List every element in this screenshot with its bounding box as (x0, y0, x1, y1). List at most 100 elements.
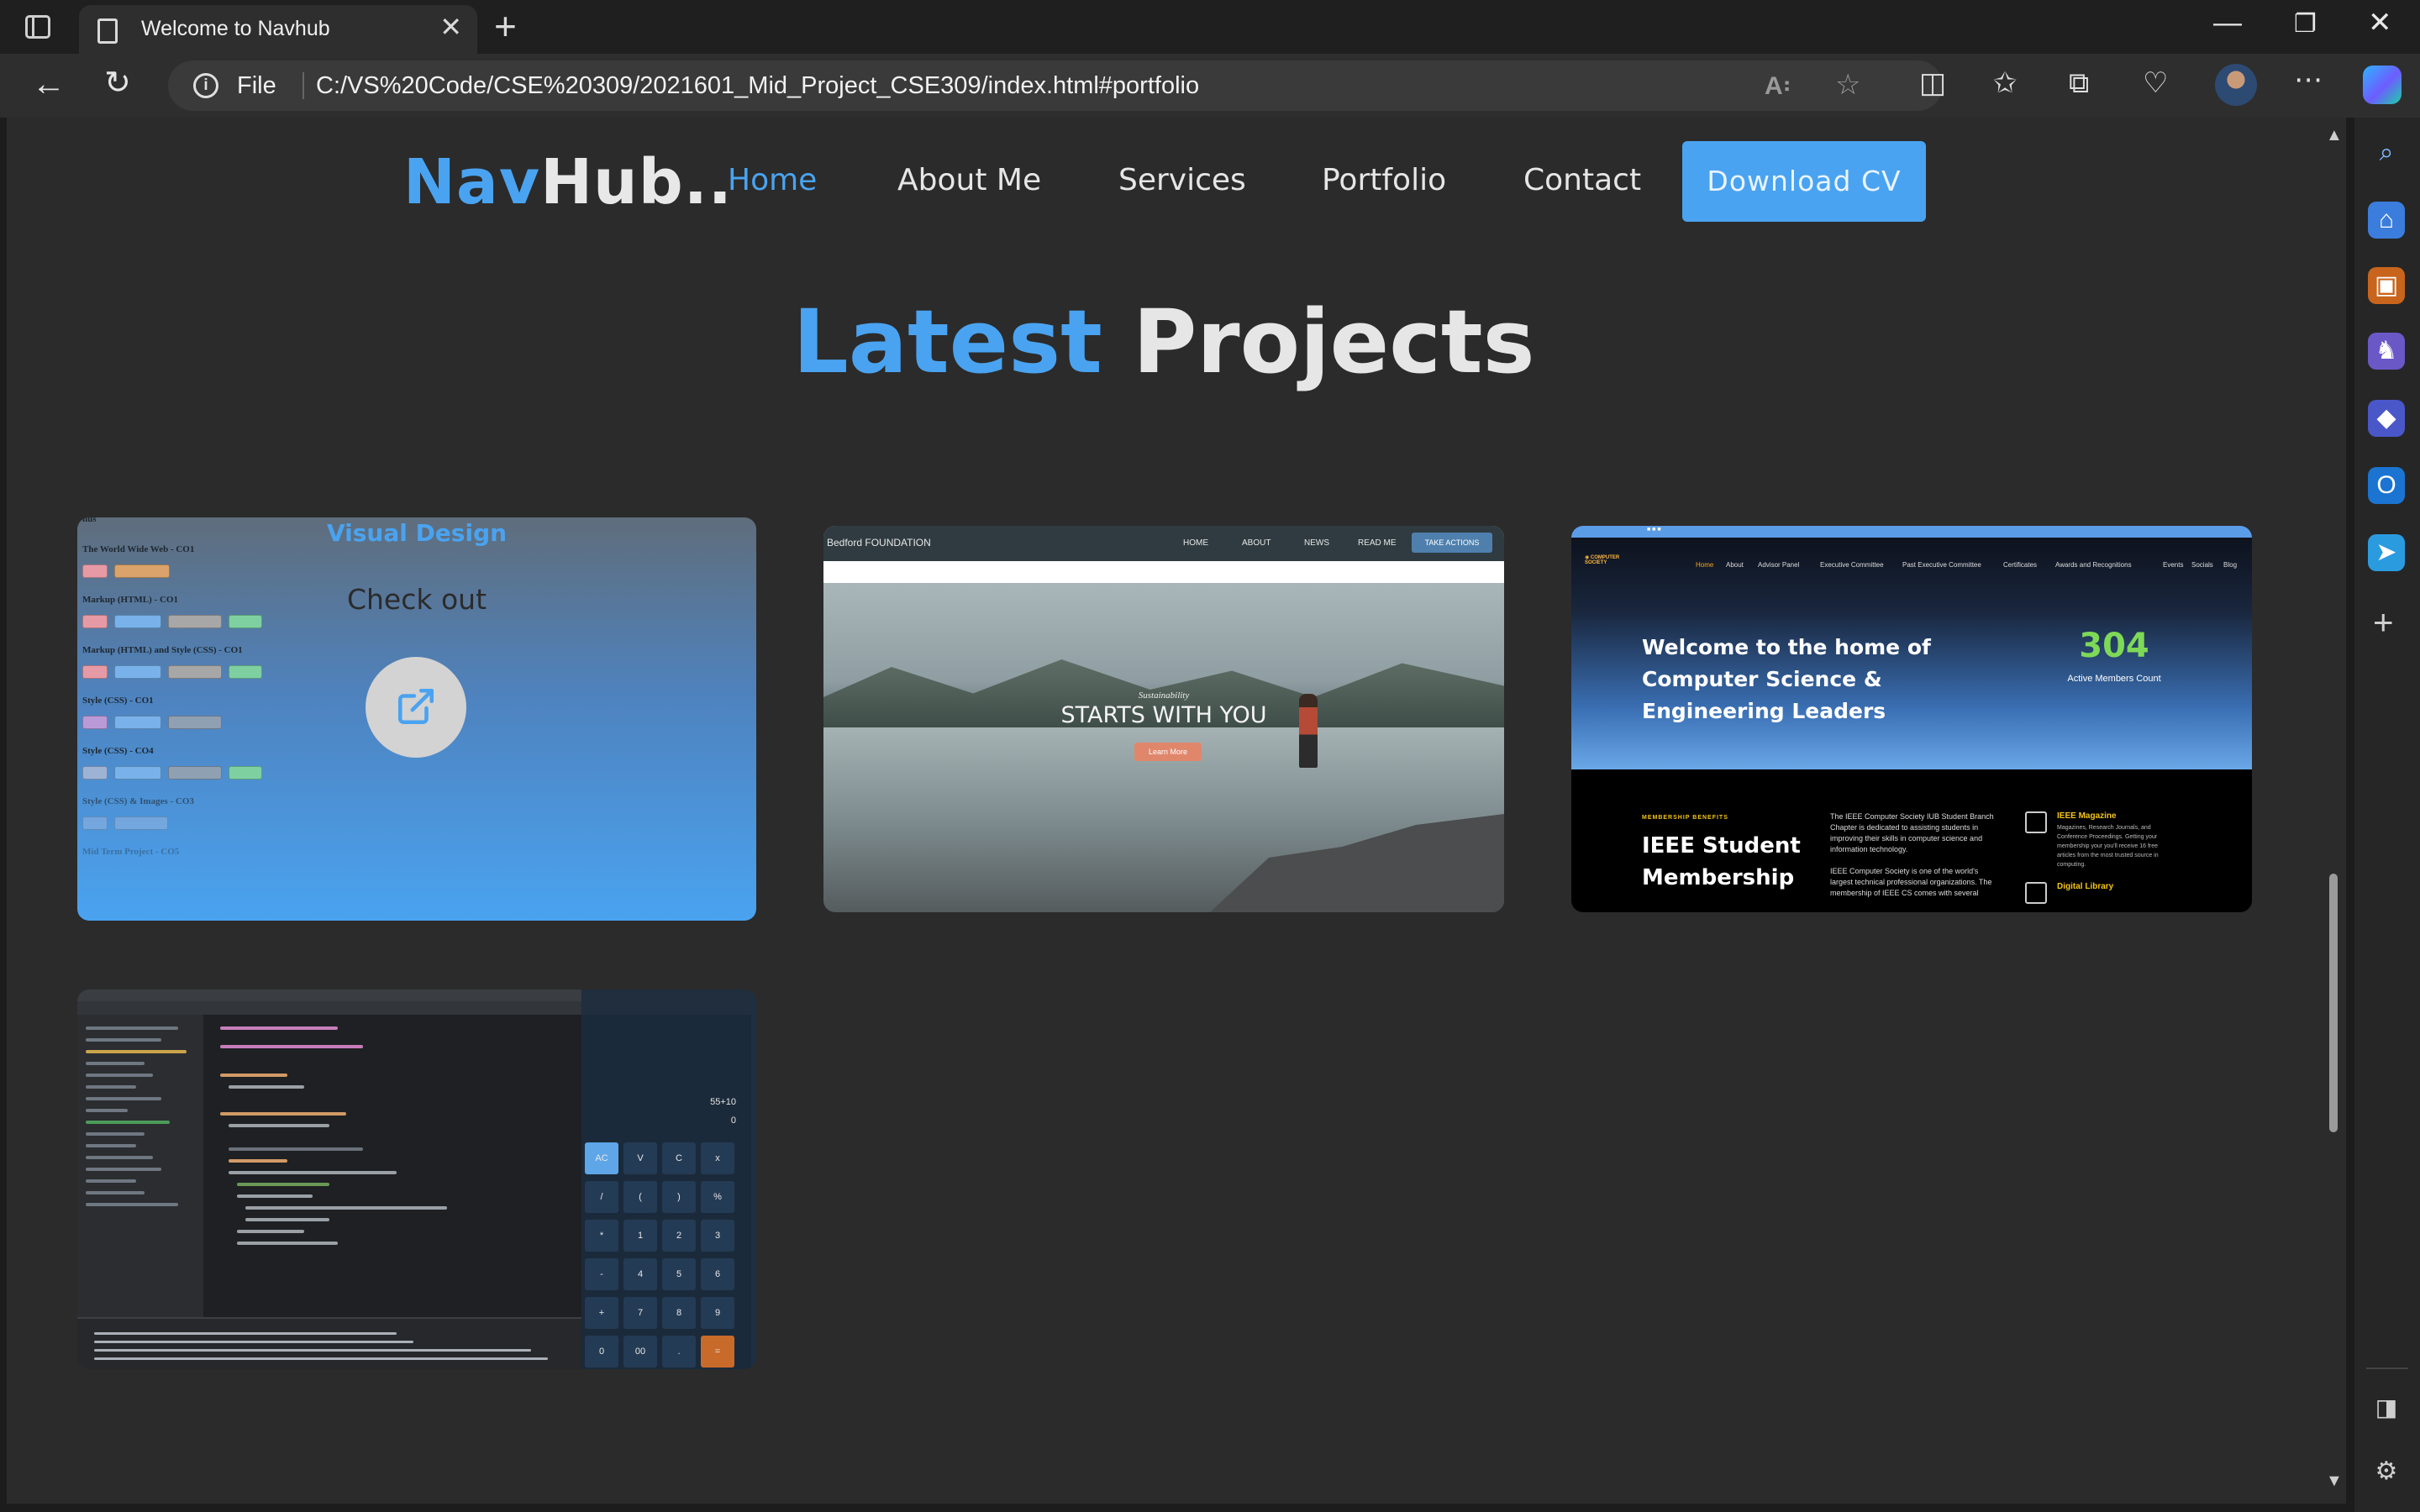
read-aloud-icon[interactable]: A꞉ (1765, 74, 1791, 99)
refresh-icon[interactable]: ↻ (104, 67, 131, 99)
project-card-calculator-app[interactable]: 55+10 0 AC V Cx /()% * 1 2 3-4 5 6 +7 8 9 0 00. = (77, 990, 756, 1369)
minimize-button[interactable]: — (2213, 8, 2242, 37)
doc-chip (114, 816, 168, 830)
calculator-window: 55+10 0 AC V Cx /()% * 1 2 3-4 5 6 +7 8 9 0 00. = (581, 990, 756, 1369)
tab-actions-icon[interactable] (25, 15, 50, 39)
preview-nav-link: Executive Committee (1820, 561, 1884, 569)
nav-home[interactable]: Home (728, 163, 817, 197)
favorite-star-icon[interactable]: ☆ (1835, 71, 1860, 99)
external-link-button[interactable] (366, 657, 466, 758)
close-window-button[interactable]: ✕ (2368, 8, 2392, 37)
nav-contact[interactable]: Contact (1523, 163, 1641, 197)
doc-line: Style (CSS) - CO1 (82, 696, 154, 706)
preview-hero-button: Learn More (1134, 743, 1202, 761)
logo-part-hub: Hub.. (540, 146, 733, 218)
nav-about-me[interactable]: About Me (897, 163, 1041, 197)
calculator-key: - (585, 1258, 618, 1290)
address-field[interactable]: i File C:/VS%20Code/CSE%20309/2021601_Mi… (168, 60, 1943, 111)
preview-nav-link: Advisor Panel (1758, 561, 1800, 569)
collections-icon[interactable]: ⧉ (2069, 69, 2089, 97)
games-icon[interactable]: ♞ (2368, 333, 2405, 370)
doc-chip (82, 665, 108, 679)
section-title-projects: Projects (1133, 291, 1535, 393)
ide-code-editor (203, 1015, 581, 1317)
favorites-icon[interactable]: ✩ (1993, 69, 2018, 97)
close-tab-icon[interactable]: ✕ (439, 13, 462, 40)
hide-sidebar-icon[interactable]: ◨ (2368, 1389, 2405, 1426)
restore-button[interactable]: ❐ (2294, 12, 2317, 37)
info-icon[interactable]: i (193, 73, 218, 98)
nav-portfolio[interactable]: Portfolio (1322, 163, 1446, 197)
preview-paragraph-1: The IEEE Computer Society IUB Student Br… (1830, 812, 1994, 853)
preview-top-strip: ■ ■ ■ (1571, 526, 2252, 538)
preview-hero-title: Welcome to the home of Computer Science … (1642, 635, 1931, 723)
doc-line: Style (CSS) - CO4 (82, 746, 154, 756)
calculator-result: 0 (730, 1116, 736, 1126)
doc-chip (114, 766, 161, 780)
page-scrollbar[interactable]: ▲ ▼ (2321, 118, 2346, 1504)
preview-nav-link: Awards and Recognitions (2055, 561, 2132, 569)
tools-briefcase-icon[interactable]: ▣ (2368, 267, 2405, 304)
preview-eyebrow: MEMBERSHIP BENEFITS (1642, 815, 1728, 821)
add-sidebar-app-icon[interactable]: + (2373, 605, 2394, 640)
copilot-icon[interactable] (2363, 66, 2402, 104)
url-text[interactable]: C:/VS%20Code/CSE%20309/2021601_Mid_Proje… (316, 72, 1199, 100)
calculator-key: 9 (701, 1297, 734, 1329)
doc-line: Style (CSS) & Images - CO3 (82, 796, 194, 806)
calculator-key: = (701, 1336, 734, 1368)
calculator-key: 6 (701, 1258, 734, 1290)
calculator-key: / (585, 1181, 618, 1213)
calculator-key: 5 (662, 1258, 696, 1290)
logo-part-nav: Nav (403, 146, 541, 218)
calculator-key: * (585, 1220, 618, 1252)
card-overlay-subtitle: Check out (346, 583, 487, 616)
scroll-up-icon[interactable]: ▲ (2326, 126, 2343, 145)
microsoft-365-icon[interactable]: ◆ (2368, 400, 2405, 437)
calculator-key: x (701, 1142, 734, 1174)
split-screen-icon[interactable]: ◫ (1919, 69, 1946, 97)
more-menu-icon[interactable]: ⋯ (2294, 66, 2323, 94)
tab-title: Welcome to Navhub (141, 17, 330, 40)
project-card-visual-design[interactable]: hus The World Wide Web - CO1 Markup (HTM… (77, 517, 756, 921)
preview-white-band (823, 561, 1504, 583)
external-link-icon (397, 688, 434, 725)
site-logo[interactable]: NavHub.. (403, 146, 733, 218)
doc-chip (229, 615, 262, 628)
doc-chip (114, 564, 170, 578)
doc-chip (168, 665, 222, 679)
preview-hero-small: Sustainability (1138, 690, 1190, 701)
preview-side-title: IEEE Magazine (2057, 811, 2117, 821)
browser-essentials-icon[interactable]: ♡ (2143, 69, 2168, 97)
new-tab-button[interactable]: + (494, 7, 517, 45)
profile-avatar[interactable] (2215, 64, 2257, 106)
preview-nav-link: Blog (2223, 561, 2238, 569)
calculator-key: 4 (623, 1258, 657, 1290)
library-icon (2025, 882, 2047, 904)
download-cv-button[interactable]: Download CV (1682, 141, 1926, 222)
project-card-ieee-cs[interactable]: ■ ■ ■ ◉ COMPUTER SOCIETY Home About Advi… (1571, 526, 2252, 912)
doc-chip (114, 615, 161, 628)
scroll-down-icon[interactable]: ▼ (2326, 1472, 2343, 1491)
drop-send-icon[interactable]: ➤ (2368, 534, 2405, 571)
back-icon[interactable]: ← (32, 67, 66, 101)
outlook-icon[interactable]: O (2368, 467, 2405, 504)
preview-nav-link: Socials (2191, 561, 2213, 569)
preview-members-label: Active Members Count (2067, 674, 2161, 684)
preview-brand: Bedford FOUNDATION (827, 537, 931, 549)
doc-line: Mid Term Project - CO5 (82, 847, 180, 857)
doc-chip (168, 766, 222, 780)
calculator-key: 8 (662, 1297, 696, 1329)
preview-nav-link: About (1726, 561, 1744, 569)
settings-gear-icon[interactable]: ⚙ (2368, 1453, 2405, 1490)
project-card-bedford[interactable]: Bedford FOUNDATION HOME ABOUT NEWS READ … (823, 526, 1504, 912)
shopping-tag-icon[interactable]: ⌂ (2368, 202, 2405, 239)
scroll-thumb[interactable] (2329, 874, 2338, 1132)
browser-tab[interactable]: Welcome to Navhub ✕ (79, 5, 477, 54)
ide-file-tree (77, 1015, 203, 1317)
doc-chip (114, 665, 161, 679)
calculator-key: + (585, 1297, 618, 1329)
preview-side-text: Magazines, Research Journals, and Confer… (2057, 825, 2159, 868)
nav-services[interactable]: Services (1118, 163, 1246, 197)
search-icon[interactable]: ⌕ (2368, 134, 2405, 171)
preview-logo: ◉ COMPUTER SOCIETY (1585, 555, 1620, 565)
